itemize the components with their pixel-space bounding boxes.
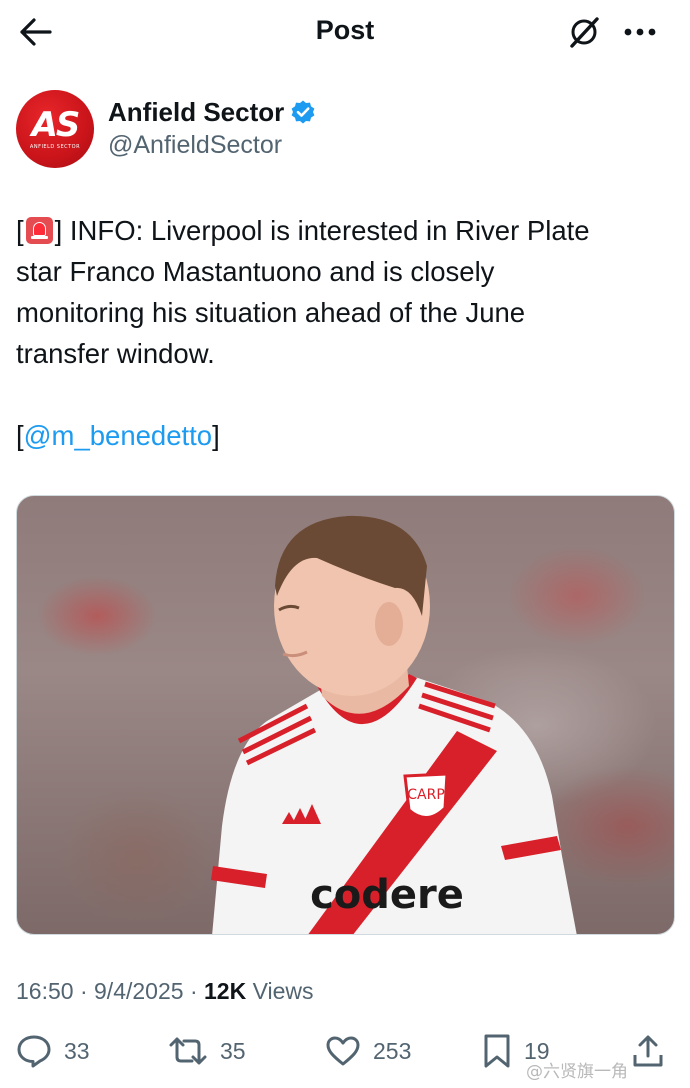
reply-icon xyxy=(17,1035,51,1068)
author-handle[interactable]: @AnfieldSector xyxy=(108,130,282,160)
grok-button[interactable] xyxy=(562,10,606,54)
tweet-line-1-text: ] INFO: Liverpool is interested in River… xyxy=(54,215,590,246)
tweet-text: [ ] INFO: Liverpool is interested in Rive… xyxy=(16,210,656,456)
meta-separator: · xyxy=(189,978,198,1004)
svg-text:CARP: CARP xyxy=(407,787,445,803)
like-count: 253 xyxy=(373,1037,412,1064)
mention-link[interactable]: @m_benedetto xyxy=(24,420,212,451)
share-icon xyxy=(633,1035,663,1067)
top-bar: Post xyxy=(0,0,690,62)
repost-icon xyxy=(169,1037,207,1065)
tweet-media-image[interactable]: CARP codere xyxy=(16,495,675,935)
meta-separator: · xyxy=(79,978,88,1004)
tweet-line-1: [ ] INFO: Liverpool is interested in Rive… xyxy=(16,210,656,251)
tweet-line-2: star Franco Mastantuono and is closely xyxy=(16,256,495,287)
verified-badge-icon xyxy=(291,100,315,124)
bookmark-icon xyxy=(484,1034,510,1068)
avatar-logo-subtext: ANFIELD SECTOR xyxy=(29,144,81,150)
author-name[interactable]: Anfield Sector xyxy=(108,96,284,128)
avatar-logo-text: AS xyxy=(31,105,81,145)
reply-count: 33 xyxy=(64,1037,90,1064)
avatar[interactable]: AS ANFIELD SECTOR xyxy=(16,90,94,168)
tweet-meta: 16:50 · 9/4/2025 · 12K Views xyxy=(16,976,314,1006)
player-photo: CARP codere xyxy=(211,515,577,934)
like-button[interactable]: 253 xyxy=(325,1028,411,1074)
repost-button[interactable]: 35 xyxy=(168,1028,246,1074)
tweet-line-4: transfer window. xyxy=(16,338,215,369)
reply-button[interactable]: 33 xyxy=(16,1028,90,1074)
tweet-line-3: monitoring his situation ahead of the Ju… xyxy=(16,297,526,328)
source-bracket-close: ] xyxy=(212,420,220,451)
tweet-date: 9/4/2025 xyxy=(94,978,184,1004)
tweet-time: 16:50 xyxy=(16,978,74,1004)
kit-sponsor-text: codere xyxy=(310,872,464,918)
grok-icon xyxy=(570,17,599,48)
watermark-text: @六贤旗一角 xyxy=(526,1062,628,1082)
tweet-source-line: [@m_benedetto] xyxy=(16,415,656,456)
source-bracket-open: [ xyxy=(16,420,24,451)
share-button[interactable] xyxy=(632,1028,664,1074)
author-name-row: Anfield Sector xyxy=(108,96,316,128)
police-light-emoji-icon xyxy=(25,217,53,244)
more-dots-icon xyxy=(624,28,656,36)
repost-count: 35 xyxy=(220,1037,246,1064)
views-count: 12K xyxy=(204,978,247,1004)
bracket-open: [ xyxy=(16,215,24,246)
views-label: Views xyxy=(252,978,314,1004)
heart-icon xyxy=(326,1036,360,1066)
more-options-button[interactable] xyxy=(618,10,662,54)
